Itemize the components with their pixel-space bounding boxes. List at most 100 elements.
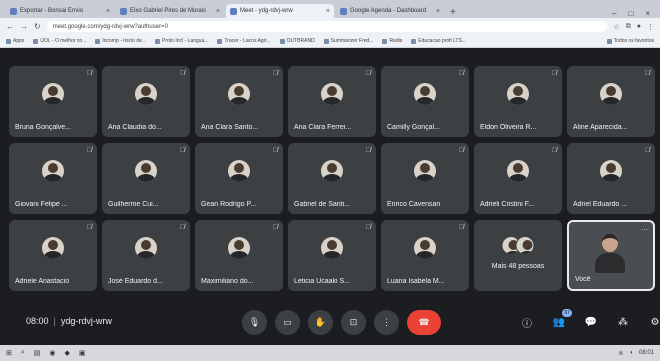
avatar	[414, 160, 436, 182]
new-tab-button[interactable]: +	[450, 7, 456, 18]
participant-name: Eldon Oliveira R...	[480, 124, 537, 131]
participant-tile[interactable]: 🎙̸ Adrieli Cristini F...	[474, 143, 562, 214]
bookmark-item[interactable]: Tracer - Lacos Agri...	[217, 38, 271, 44]
participant-tile[interactable]: 🎙̸ Aline Aparecida...	[567, 66, 655, 137]
browser-tab-active[interactable]: Meet - ydg-rdvj-wrw ×	[226, 4, 334, 18]
chat-button[interactable]: 💬	[580, 310, 602, 335]
people-button[interactable]: 👥 67	[548, 309, 572, 335]
all-bookmarks[interactable]: Todos os favoritos	[606, 38, 654, 44]
bookmark-item[interactable]: Redis	[382, 38, 402, 44]
participant-tile[interactable]: 🎙̸ Eldon Oliveira R...	[474, 66, 562, 137]
mic-muted-icon: 🎙̸	[86, 70, 92, 77]
volume-icon[interactable]: ◖	[629, 350, 633, 357]
bookmark-star-icon[interactable]: ☆	[613, 23, 619, 31]
info-icon: ⓘ	[522, 319, 532, 330]
bookmark-item[interactable]: Proto Incl - Langua...	[154, 38, 208, 44]
present-button[interactable]: ⊡	[341, 310, 366, 335]
mic-muted-icon: 🎙̸	[365, 70, 371, 77]
close-tab-icon[interactable]: ×	[216, 8, 220, 15]
participant-name: Giovani Felipe ...	[15, 201, 68, 208]
participant-tile[interactable]: 🎙̸ José Eduardo d...	[102, 220, 190, 291]
reload-icon[interactable]: ↻	[34, 22, 41, 31]
mic-muted-icon: 🎙̸	[86, 224, 92, 231]
participant-tile[interactable]: 🎙̸ Enrico Cavensan	[381, 143, 469, 214]
participant-tile[interactable]: 🎙̸ Adriel Eduardo ...	[567, 143, 655, 214]
maximize-icon[interactable]: □	[628, 9, 633, 18]
wifi-icon[interactable]: ≋	[618, 350, 623, 357]
clock[interactable]: 08:01	[639, 350, 654, 357]
bookmarks-bar: Apps UOL - O melhor co... Incomp - Inici…	[0, 35, 660, 48]
mic-muted-icon: 🎙̸	[179, 70, 185, 77]
participant-tile[interactable]: 🎙̸ Ana Claudia do...	[102, 66, 190, 137]
extensions-icon[interactable]: ⧉	[626, 23, 631, 31]
mic-muted-icon: 🎙̸	[458, 224, 464, 231]
people-icon: 👥	[552, 317, 566, 328]
bookmark-item[interactable]: UOL - O melhor co...	[33, 38, 86, 44]
participant-count-badge: 67	[562, 309, 572, 317]
browser-tab[interactable]: Google Agenda - Dashboard ×	[336, 4, 444, 18]
participant-tile[interactable]: 🎙̸ Ana Clara Santo...	[195, 66, 283, 137]
participant-tile[interactable]: 🎙̸ Adriele Anastacio	[9, 220, 97, 291]
bookmark-item[interactable]: Apps	[6, 38, 24, 44]
camera-button[interactable]: ▭	[275, 310, 300, 335]
avatar	[507, 160, 529, 182]
bookmark-icon	[323, 38, 329, 44]
leave-call-button[interactable]: ☎	[407, 310, 441, 335]
browser-icon[interactable]: ◉	[49, 349, 55, 357]
bookmark-icon	[382, 38, 388, 44]
raise-hand-button[interactable]: ✋	[308, 310, 333, 335]
bookmark-icon	[6, 38, 11, 44]
browser-tab[interactable]: Eixo Gabriel Pires de Morais ×	[116, 4, 224, 18]
participant-tile[interactable]: 🎙̸ Leticia Ucaaki S...	[288, 220, 376, 291]
more-vert-icon: ⋮	[382, 317, 391, 327]
close-tab-icon[interactable]: ×	[326, 8, 330, 15]
activities-button[interactable]: ⁂	[612, 310, 634, 335]
participant-tile[interactable]: 🎙̸ Maximiliano do...	[195, 220, 283, 291]
participant-tile[interactable]: 🎙̸ Luana Isabela M...	[381, 220, 469, 291]
profile-icon[interactable]: ●	[637, 23, 641, 31]
participant-tile[interactable]: 🎙̸ Guilherme Cui...	[102, 143, 190, 214]
close-tab-icon[interactable]: ×	[436, 8, 440, 15]
forward-icon[interactable]: →	[20, 22, 28, 31]
participant-name: Ana Claudia do...	[108, 124, 162, 131]
browser-tab[interactable]: Exportar - Bonsai Envio ×	[6, 4, 114, 18]
more-options-icon[interactable]: ⋯	[641, 226, 648, 234]
close-tab-icon[interactable]: ×	[106, 8, 110, 15]
bookmark-item[interactable]: Incomp - Inicio de...	[95, 38, 146, 44]
mic-muted-icon: 🎙̸	[272, 147, 278, 154]
more-options-button[interactable]: ⋮	[374, 310, 399, 335]
address-bar[interactable]: meet.google.com/ydg-rdvj-wrw?authuser=0	[46, 21, 608, 32]
self-view-tile[interactable]: ⋯ Você	[567, 220, 655, 291]
meeting-info-button[interactable]: ⓘ	[516, 310, 538, 335]
browser-menu-icon[interactable]: ⋮	[647, 23, 654, 31]
side-panel-controls: ⓘ 👥 67 💬 ⁂ ⚙	[516, 309, 660, 335]
browser-tab-bar: Exportar - Bonsai Envio × Eixo Gabriel Pi…	[0, 0, 660, 18]
bookmark-item[interactable]: Summarizer Fred...	[323, 38, 373, 44]
more-participants-tile[interactable]: Mais 48 pessoas	[474, 220, 562, 291]
app-icon[interactable]: ◆	[65, 349, 70, 357]
bookmark-item[interactable]: OUTBRAND	[279, 38, 315, 44]
participant-name: Ana Clara Santo...	[201, 124, 259, 131]
participant-tile[interactable]: 🎙̸ Bruna Gonçalve...	[9, 66, 97, 137]
tab-favicon-icon	[340, 7, 347, 15]
host-controls-button[interactable]: ⚙	[644, 310, 660, 335]
start-icon[interactable]: ⊞	[6, 349, 12, 357]
participant-tile[interactable]: 🎙̸ Gabriel de Santi...	[288, 143, 376, 214]
close-window-icon[interactable]: ×	[645, 9, 650, 18]
search-icon[interactable]: ⌕	[21, 349, 25, 357]
microphone-button[interactable]: 🎙	[242, 310, 267, 335]
back-icon[interactable]: ←	[6, 22, 14, 31]
participant-tile[interactable]: 🎙̸ Gean Rodrigo P...	[195, 143, 283, 214]
app-icon[interactable]: ▣	[79, 349, 86, 357]
self-video-feed	[595, 234, 625, 274]
avatar	[321, 237, 343, 259]
avatar	[228, 160, 250, 182]
file-explorer-icon[interactable]: ▤	[34, 349, 41, 357]
end-call-icon: ☎	[418, 317, 430, 327]
participant-tile[interactable]: 🎙̸ Camilly Gonçal...	[381, 66, 469, 137]
participant-tile[interactable]: 🎙̸ Giovani Felipe ...	[9, 143, 97, 214]
participant-name: Adriel Eduardo ...	[573, 201, 628, 208]
participant-tile[interactable]: 🎙̸ Ana Clara Ferrei...	[288, 66, 376, 137]
minimize-icon[interactable]: –	[612, 9, 616, 18]
bookmark-item[interactable]: Educacao profi LTS...	[411, 38, 466, 44]
